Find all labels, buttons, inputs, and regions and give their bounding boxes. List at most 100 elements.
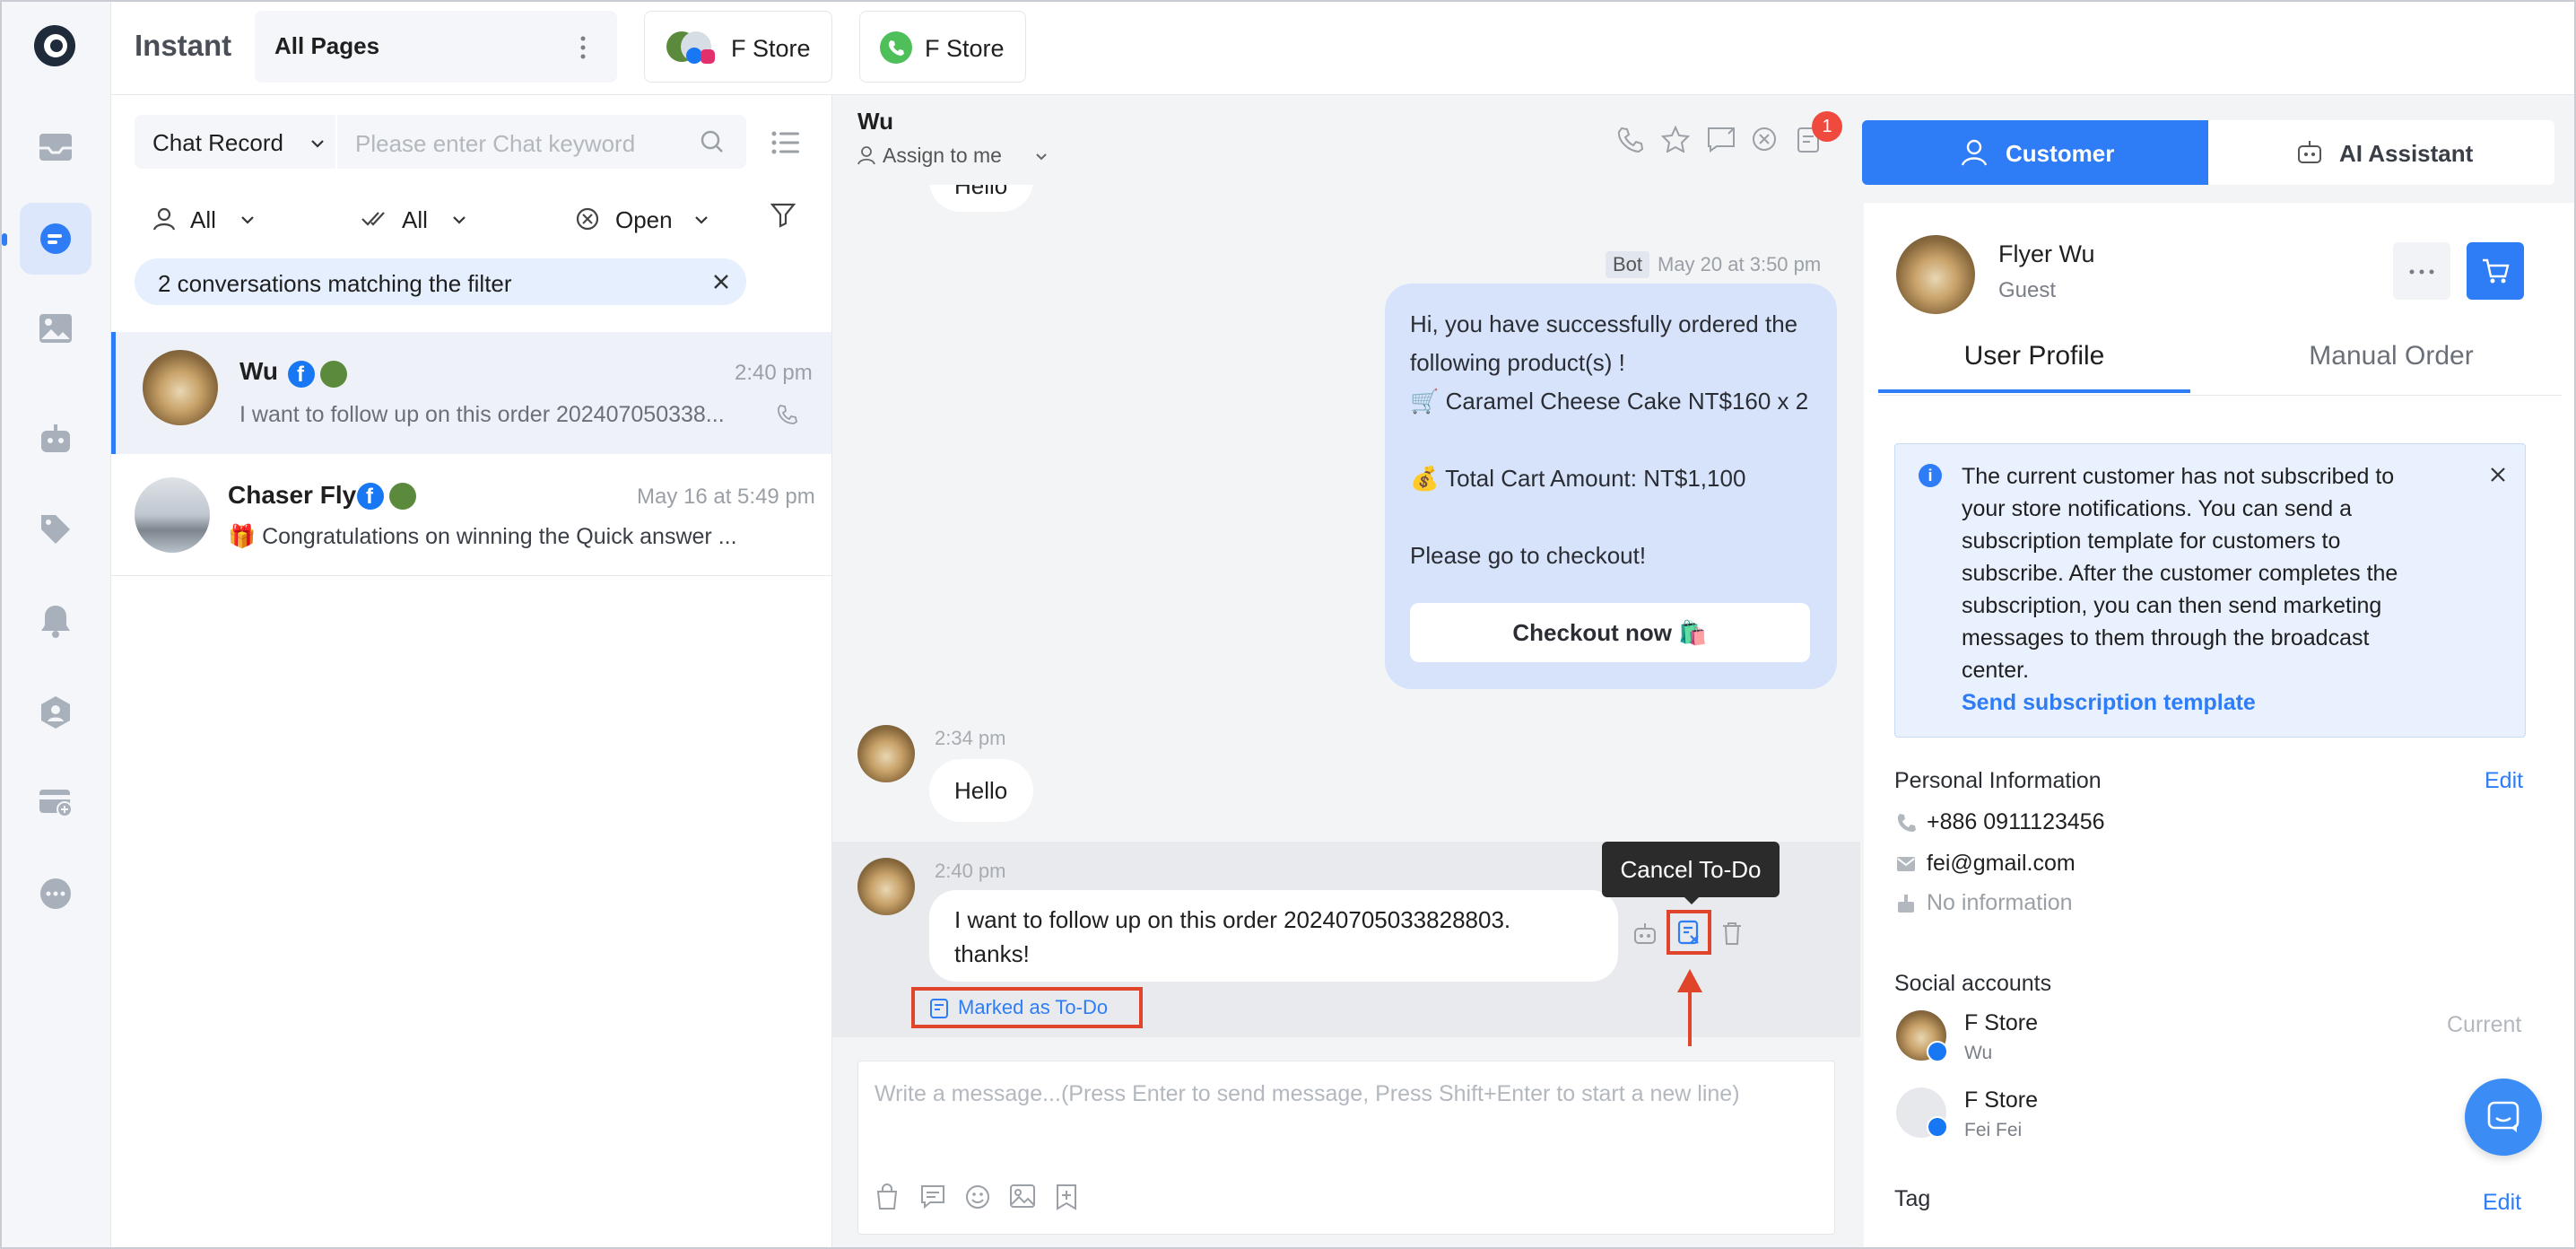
email-icon bbox=[1896, 856, 1916, 877]
conversation-list-panel: Chat Record Please enter Chat keyword Al… bbox=[111, 95, 832, 1247]
chevron-down-icon bbox=[310, 136, 325, 153]
conversation-item-chaser-fly[interactable]: Chaser Fly f May 16 at 5:49 pm 🎁 Congrat… bbox=[111, 454, 831, 576]
message-bubble: I want to follow up on this order 202407… bbox=[929, 890, 1618, 982]
left-nav-rail bbox=[2, 2, 111, 1247]
tag-edit-link[interactable]: Edit bbox=[2483, 1190, 2521, 1216]
emoji-icon[interactable] bbox=[964, 1183, 991, 1215]
message-bubble: Hello bbox=[929, 759, 1033, 822]
inbox-icon[interactable] bbox=[20, 111, 91, 183]
conversation-name: Chaser Fly bbox=[228, 481, 357, 509]
bot-icon[interactable] bbox=[1632, 922, 1658, 950]
chat-icon[interactable] bbox=[20, 203, 91, 275]
shopping-bag-icon[interactable] bbox=[875, 1183, 900, 1215]
close-icon[interactable] bbox=[2489, 466, 2507, 488]
facebook-icon bbox=[1927, 1041, 1948, 1062]
social-user-name: Fei Fei bbox=[1964, 1120, 2023, 1140]
status-filter[interactable]: Open bbox=[576, 201, 719, 237]
tab-ai-assistant[interactable]: AI Assistant bbox=[2208, 120, 2554, 185]
read-filter[interactable]: All bbox=[361, 201, 486, 237]
bell-icon[interactable] bbox=[20, 585, 91, 657]
customer-birthday: No information bbox=[1927, 890, 2073, 915]
filter-match-banner: 2 conversations matching the filter bbox=[135, 258, 746, 305]
bot-message-line: Please go to checkout! bbox=[1410, 542, 1647, 569]
active-indicator bbox=[2, 233, 7, 246]
facebook-icon: f bbox=[357, 483, 384, 510]
assignee-filter-label: All bbox=[190, 206, 216, 233]
more-icon[interactable] bbox=[20, 858, 91, 930]
bot-icon[interactable] bbox=[20, 404, 91, 476]
add-note-icon[interactable] bbox=[1054, 1183, 1079, 1215]
notice-line: subscription, you can then send marketin… bbox=[1962, 593, 2382, 618]
bot-message-line: following product(s) ! bbox=[1410, 349, 1625, 376]
image-icon[interactable] bbox=[1009, 1183, 1036, 1213]
message-time: 2:40 pm bbox=[935, 860, 1006, 882]
subtab-manual-order-label: Manual Order bbox=[2309, 341, 2474, 371]
phone-icon bbox=[776, 404, 798, 430]
chat-widget-button[interactable] bbox=[2465, 1079, 2542, 1156]
checkout-now-button[interactable]: Checkout now 🛍️ bbox=[1410, 603, 1810, 662]
list-view-icon[interactable] bbox=[771, 131, 800, 159]
customer-phone: +886 0911123456 bbox=[1927, 809, 2105, 834]
close-conversation-icon[interactable] bbox=[1751, 126, 1778, 157]
assign-label: Assign to me bbox=[883, 144, 1002, 167]
send-subscription-link[interactable]: Send subscription template bbox=[1962, 690, 2256, 716]
star-icon[interactable] bbox=[1660, 125, 1691, 157]
social-store-name: F Store bbox=[1964, 1087, 2038, 1113]
chat-contact-name: Wu bbox=[857, 108, 893, 135]
notice-line: center. bbox=[1962, 658, 2030, 683]
store-add-icon[interactable] bbox=[20, 766, 91, 838]
message-time: 2:34 pm bbox=[935, 727, 1006, 749]
phone-icon[interactable] bbox=[1616, 126, 1644, 157]
assign-dropdown[interactable]: Assign to me bbox=[857, 140, 1047, 170]
page-selector[interactable]: All Pages bbox=[255, 11, 617, 83]
bot-message-line: 🛒 Caramel Cheese Cake NT$160 x 2 bbox=[1410, 388, 1809, 415]
search-input[interactable]: Please enter Chat keyword bbox=[337, 115, 746, 169]
close-icon[interactable] bbox=[712, 273, 730, 295]
store-tab-phone[interactable]: F Store bbox=[859, 11, 1026, 83]
bot-message-line: 💰 Total Cart Amount: NT$1,100 bbox=[1410, 465, 1746, 492]
instagram-icon bbox=[701, 49, 715, 64]
store-tab-facebook[interactable]: F Store bbox=[644, 11, 832, 83]
quick-reply-icon[interactable] bbox=[919, 1183, 946, 1213]
personal-info-edit-link[interactable]: Edit bbox=[2485, 768, 2523, 794]
tab-customer[interactable]: Customer bbox=[1862, 120, 2208, 185]
notice-line: your store notifications. You can send a bbox=[1962, 496, 2353, 521]
subscription-notice: i The current customer has not subscribe… bbox=[1894, 443, 2526, 738]
subtab-manual-order[interactable]: Manual Order bbox=[2223, 319, 2560, 393]
tag-icon[interactable] bbox=[20, 493, 91, 565]
tooltip-arrow bbox=[1683, 895, 1701, 904]
trash-icon[interactable] bbox=[1720, 921, 1744, 950]
chat-panel: Wu Assign to me 1 Hello Bot May 20 at 3:… bbox=[832, 95, 1860, 1247]
avatar bbox=[135, 477, 210, 553]
subtab-user-profile[interactable]: User Profile bbox=[1878, 319, 2190, 393]
assignee-filter[interactable]: All bbox=[152, 201, 278, 237]
customer-role: Guest bbox=[1998, 278, 2057, 302]
cancel-todo-icon[interactable] bbox=[1675, 919, 1702, 950]
message-composer[interactable]: Write a message...(Press Enter to send m… bbox=[857, 1061, 1835, 1235]
channel-avatar bbox=[320, 361, 347, 388]
more-actions-button[interactable] bbox=[2393, 242, 2450, 300]
avatar bbox=[143, 350, 218, 425]
record-type-select[interactable]: Chat Record bbox=[135, 115, 335, 169]
store-tab-label: F Store bbox=[731, 35, 811, 62]
message-text: Hello bbox=[954, 777, 1008, 804]
chat-header: Wu Assign to me 1 bbox=[832, 95, 1860, 185]
social-accounts-title: Social accounts bbox=[1894, 971, 2052, 996]
notice-line: messages to them through the broadcast bbox=[1962, 625, 2370, 651]
social-user-name: Wu bbox=[1964, 1043, 1993, 1063]
avatar bbox=[857, 725, 915, 782]
note-icon[interactable] bbox=[1706, 126, 1736, 157]
channel-avatar bbox=[389, 483, 416, 510]
search-icon[interactable] bbox=[700, 129, 725, 159]
filter-icon[interactable] bbox=[770, 201, 796, 232]
tab-ai-assistant-label: AI Assistant bbox=[2339, 140, 2474, 167]
kebab-icon[interactable] bbox=[579, 34, 587, 66]
social-status: Current bbox=[2447, 1012, 2522, 1037]
cart-button[interactable] bbox=[2467, 242, 2524, 300]
conversation-item-wu[interactable]: Wu f 2:40 pm I want to follow up on this… bbox=[111, 332, 831, 454]
conversation-preview: I want to follow up on this order 202407… bbox=[239, 402, 725, 427]
team-icon[interactable] bbox=[20, 677, 91, 748]
arrow-head bbox=[1677, 969, 1702, 992]
page-selector-label: All Pages bbox=[274, 32, 380, 59]
image-icon[interactable] bbox=[20, 293, 91, 364]
